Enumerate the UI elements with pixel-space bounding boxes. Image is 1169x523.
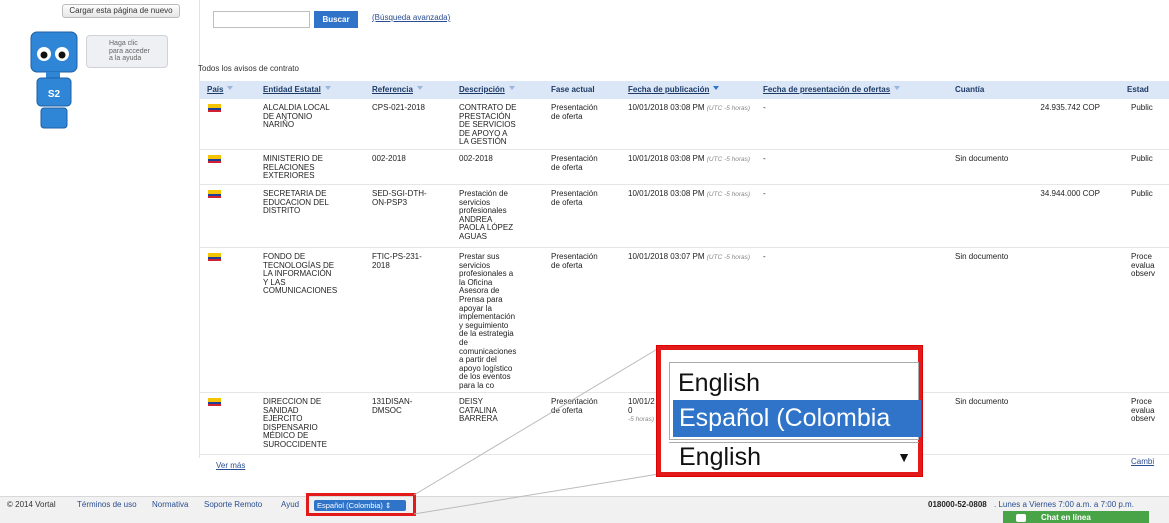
published-cell: 10/01/20 -5 horas) [628, 397, 655, 424]
document-cell: Sin documento [955, 252, 1009, 261]
amount-cell: 24.935.742 COP [1040, 103, 1100, 112]
colombia-flag-icon [208, 398, 221, 406]
col-entity[interactable]: Entidad Estatal [263, 81, 331, 99]
chat-button[interactable]: Chat en línea [1003, 511, 1149, 523]
phase-cell: Presentación de oferta [551, 154, 598, 172]
sort-icon [324, 85, 331, 94]
description-cell[interactable]: DEISY CATALINA BARRERA [459, 397, 543, 424]
state-cell: Public [1131, 189, 1153, 198]
entity-cell: FONDO DE TECNOLOGÍAS DE LA INFORMACIÓN Y… [263, 252, 338, 296]
search-input[interactable] [213, 11, 310, 28]
timezone-note: (UTC -5 horas) [706, 191, 751, 198]
entity-cell: MINISTERIO DE RELACIONES EXTERIORES [263, 154, 324, 181]
sort-icon [894, 85, 901, 94]
phone-number: 018000-52-0808 [928, 500, 987, 509]
sort-icon [508, 85, 515, 94]
colombia-flag-icon [208, 190, 221, 198]
col-published[interactable]: Fecha de publicación [628, 81, 720, 99]
chat-icon [1016, 514, 1026, 522]
phase-cell: Presentación de oferta [551, 189, 598, 207]
amount-cell: 34.944.000 COP [1040, 189, 1100, 198]
published-cell: 10/01/2018 03:07 PM (UTC -5 horas) [628, 252, 751, 261]
advanced-search-link[interactable]: (Búsqueda avanzada) [372, 13, 450, 22]
col-phase: Fase actual [551, 85, 595, 94]
option-english[interactable]: English [678, 369, 760, 398]
entity-cell: ALCALDIA LOCAL DE ANTONIO NARIÑO [263, 103, 330, 130]
phase-cell: Presentación de oferta [551, 397, 598, 415]
phase-cell: Presentación de oferta [551, 103, 598, 121]
published-cell: 10/01/2018 03:08 PM (UTC -5 horas) [628, 189, 751, 198]
timezone-note: (UTC -5 horas) [706, 156, 751, 163]
change-link[interactable]: Cambi [1131, 457, 1154, 466]
table-header: País Entidad Estatal Referencia Descripc… [199, 81, 1169, 99]
reference-cell: FTIC-PS-231- 2018 [372, 252, 422, 270]
col-amount: Cuantía [955, 85, 985, 94]
reference-cell: SED-SGI-DTH- ON-PSP3 [372, 189, 427, 207]
help-robot[interactable]: S2 [26, 30, 86, 130]
list-heading: Todos los avisos de contrato [198, 64, 299, 73]
reference-cell: 002-2018 [372, 154, 406, 163]
document-cell: Sin documento [955, 154, 1009, 163]
option-spanish-colombia[interactable]: Español (Colombia [673, 400, 921, 437]
col-state: Estad [1127, 85, 1149, 94]
office-hours: . Lunes a Viernes 7:00 a.m. a 7:00 p.m. [994, 500, 1134, 509]
language-select-zoomed[interactable]: English ▼ [669, 442, 919, 471]
timezone-note: (UTC -5 horas) [706, 105, 751, 112]
state-cell: Proce evalua observ [1131, 253, 1156, 279]
help-bubble[interactable]: Haga clic para acceder a la ayuda [86, 35, 168, 68]
entity-cell: DIRECCION DE SANIDAD EJERCITO DISPENSARI… [263, 397, 328, 449]
reload-page-button[interactable]: Cargar esta página de nuevo [62, 4, 180, 18]
sort-desc-icon [713, 85, 720, 94]
language-highlight [306, 493, 416, 516]
dropdown-arrow-icon: ▼ [897, 449, 911, 465]
col-description[interactable]: Descripción [459, 81, 515, 99]
reference-cell: CPS-021-2018 [372, 103, 425, 112]
timezone-note: -5 horas) [628, 416, 655, 424]
entity-cell: SECRETARIA DE EDUCACION DEL DISTRITO [263, 189, 329, 216]
col-country[interactable]: País [207, 81, 234, 99]
timezone-note: (UTC -5 horas) [706, 254, 751, 261]
offers-cell: - [763, 154, 766, 163]
col-reference[interactable]: Referencia [372, 81, 423, 99]
see-more-link[interactable]: Ver más [216, 461, 245, 470]
description-cell[interactable]: 002-2018 [459, 154, 543, 164]
state-cell: Public [1131, 154, 1153, 163]
state-cell: Public [1131, 103, 1153, 112]
description-cell[interactable]: Prestación de servicios profesionales AN… [459, 189, 543, 242]
phase-cell: Presentación de oferta [551, 252, 598, 270]
reference-cell: 131DISAN- DMSOC [372, 397, 413, 415]
published-cell: 10/01/2018 03:08 PM (UTC -5 horas) [628, 154, 751, 163]
footer-link-remote-support[interactable]: Soporte Remoto [204, 500, 262, 510]
col-offers-date[interactable]: Fecha de presentación de ofertas [763, 81, 901, 99]
offers-cell: - [763, 103, 766, 112]
document-cell: Sin documento [955, 397, 1009, 406]
search-button[interactable]: Buscar [314, 11, 358, 28]
published-cell: 10/01/2018 03:08 PM (UTC -5 horas) [628, 103, 751, 112]
colombia-flag-icon [208, 155, 221, 163]
language-dropdown-zoom: English Español (Colombia English ▼ [657, 346, 922, 476]
sort-icon [227, 85, 234, 94]
robot-icon: S2 [30, 31, 78, 129]
footer-link-terms[interactable]: Términos de uso [77, 500, 137, 510]
colombia-flag-icon [208, 253, 221, 261]
description-cell[interactable]: Prestar sus servicios profesionales a la… [459, 252, 543, 391]
colombia-flag-icon [208, 104, 221, 112]
description-cell[interactable]: CONTRATO DE PRESTACIÓN DE SERVICIOS DE A… [459, 103, 543, 147]
sort-icon [416, 85, 423, 94]
copyright: © 2014 Vortal [7, 500, 56, 509]
offers-cell: - [763, 189, 766, 198]
robot-badge: S2 [48, 89, 61, 100]
footer-link-help[interactable]: Ayud [281, 500, 299, 510]
offers-cell: - [763, 252, 766, 261]
state-cell: Proce evalua observ [1131, 398, 1156, 424]
footer-link-regulations[interactable]: Normativa [152, 500, 188, 510]
